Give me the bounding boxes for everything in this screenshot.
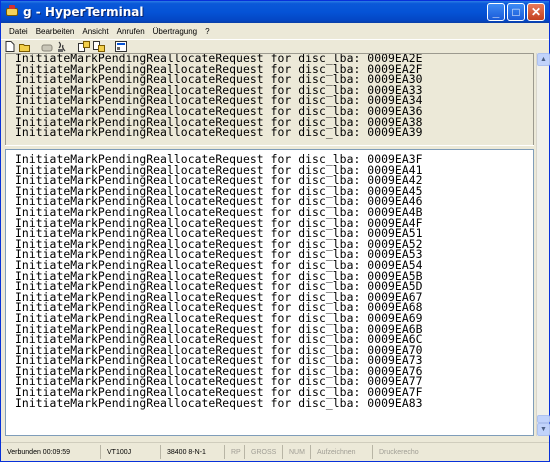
menu-anrufen[interactable]: Anrufen xyxy=(113,27,149,36)
maximize-button[interactable]: □ xyxy=(507,3,525,21)
open-icon[interactable] xyxy=(19,41,31,53)
menu-uebertragung[interactable]: Übertragung xyxy=(149,27,201,36)
menu-datei[interactable]: Datei xyxy=(5,27,32,36)
status-print-echo: Druckerecho xyxy=(379,448,419,456)
menu-ansicht[interactable]: Ansicht xyxy=(78,27,112,36)
disconnect-icon[interactable] xyxy=(56,41,68,53)
phone-icon[interactable] xyxy=(41,41,53,53)
close-button[interactable]: ✕ xyxy=(527,3,545,21)
status-bar: Verbunden 00:09:59 VT100J 38400 8-N-1 RP… xyxy=(1,442,549,461)
status-gross: GROSS xyxy=(245,445,283,459)
status-port-settings: 38400 8-N-1 xyxy=(161,445,225,459)
properties-icon[interactable] xyxy=(115,41,127,53)
status-connected: Verbunden 00:09:59 xyxy=(1,445,101,459)
status-capture: Aufzeichnen xyxy=(311,445,373,459)
scroll-up-arrow-icon[interactable]: ▲ xyxy=(537,53,550,66)
receive-icon[interactable] xyxy=(93,41,105,53)
status-emulation: VT100J xyxy=(101,445,161,459)
window-title: g - HyperTerminal xyxy=(23,5,144,19)
terminal-scrollback-pane[interactable]: InitiateMarkPendingReallocateRequest for… xyxy=(5,53,534,147)
hyperterminal-window: g - HyperTerminal _ □ ✕ Datei Bearbeiten… xyxy=(0,0,550,462)
minimize-button[interactable]: _ xyxy=(487,3,505,21)
menu-bearbeiten[interactable]: Bearbeiten xyxy=(32,27,79,36)
send-icon[interactable] xyxy=(78,41,90,53)
status-num: NUM xyxy=(283,445,311,459)
menu-bar: Datei Bearbeiten Ansicht Anrufen Übertra… xyxy=(1,23,549,39)
scrollback-text: InitiateMarkPendingReallocateRequest for… xyxy=(6,54,533,140)
vertical-scrollbar[interactable]: ▲ ▼ xyxy=(536,53,550,436)
terminal-line: InitiateMarkPendingReallocateRequest for… xyxy=(15,395,423,410)
toolbar xyxy=(1,39,549,53)
menu-help[interactable]: ? xyxy=(201,27,213,36)
scroll-down-arrow-icon[interactable]: ▼ xyxy=(537,423,550,436)
title-bar[interactable]: g - HyperTerminal _ □ ✕ xyxy=(1,1,549,23)
status-rp: RP xyxy=(225,445,245,459)
scrollbar-thumb[interactable] xyxy=(537,415,550,423)
new-icon[interactable] xyxy=(4,41,16,53)
terminal-screen-pane[interactable]: InitiateMarkPendingReallocateRequest for… xyxy=(5,149,534,436)
hyperterminal-app-icon[interactable] xyxy=(5,5,19,19)
terminal-line: InitiateMarkPendingReallocateRequest for… xyxy=(15,125,423,140)
terminal-screen-text: InitiateMarkPendingReallocateRequest for… xyxy=(6,150,533,410)
